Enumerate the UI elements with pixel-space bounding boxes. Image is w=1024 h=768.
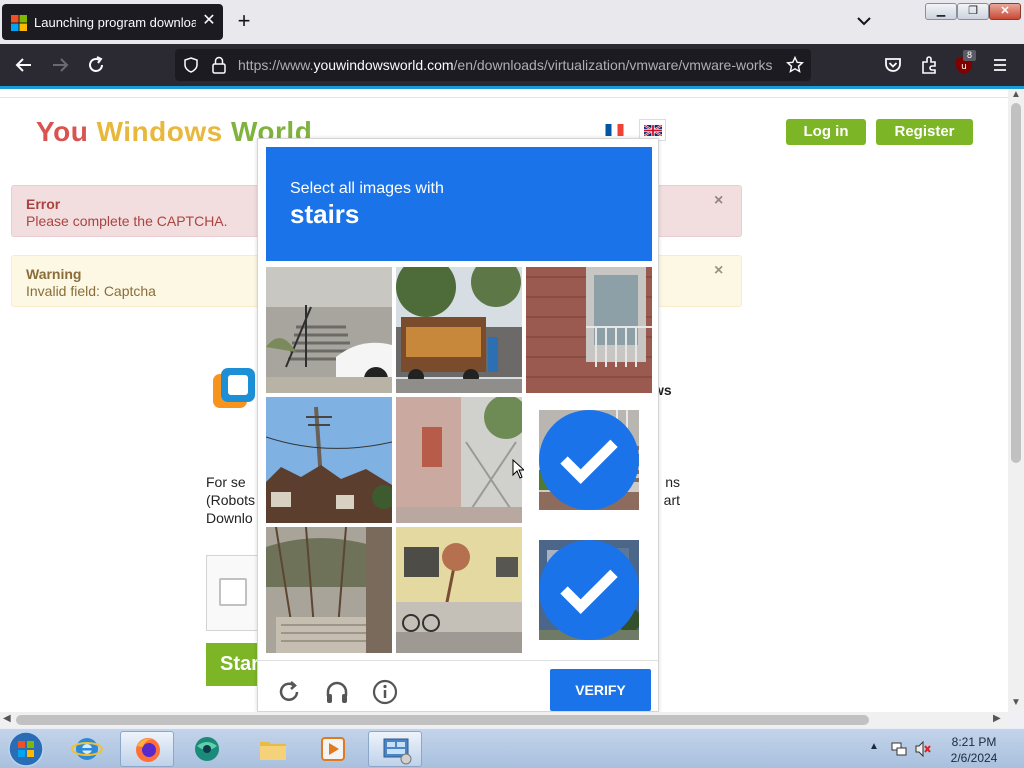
login-button[interactable]: Log in bbox=[786, 119, 866, 145]
mouse-cursor-icon bbox=[512, 459, 524, 479]
system-clock[interactable]: 8:21 PM 2/6/2024 bbox=[944, 734, 1004, 766]
info-icon[interactable] bbox=[372, 679, 398, 705]
captcha-tile-2[interactable] bbox=[396, 267, 522, 393]
door-photo bbox=[396, 397, 522, 523]
captcha-header: Select all images with stairs bbox=[266, 147, 652, 261]
stairs-photo bbox=[266, 267, 392, 393]
captcha-instruction: Select all images with bbox=[290, 180, 444, 197]
tab-close-icon[interactable]: ✕ bbox=[200, 12, 218, 30]
utility-pole-photo bbox=[266, 397, 392, 523]
url-prefix: https://www. bbox=[238, 57, 314, 73]
logo-windows: Windows bbox=[96, 116, 231, 147]
extensions-icon[interactable] bbox=[918, 54, 940, 76]
clock-date: 2/6/2024 bbox=[950, 751, 998, 765]
horizontal-scrollbar[interactable]: ◀ ▶ bbox=[0, 712, 1008, 728]
media-player-icon bbox=[321, 737, 345, 761]
captcha-tile-8[interactable] bbox=[396, 527, 522, 653]
forward-arrow-icon[interactable] bbox=[49, 54, 71, 76]
minimize-button[interactable]: ▁ bbox=[925, 3, 957, 20]
verify-button[interactable]: VERIFY bbox=[550, 669, 651, 711]
warning-close-icon[interactable]: × bbox=[714, 262, 723, 280]
show-hidden-icons-icon[interactable]: ▲ bbox=[869, 741, 879, 752]
volume-muted-icon[interactable] bbox=[914, 740, 932, 758]
taskbar-media-player[interactable] bbox=[306, 731, 360, 767]
taskbar-firefox[interactable] bbox=[120, 731, 174, 767]
start-button-icon[interactable] bbox=[6, 730, 46, 768]
network-icon[interactable] bbox=[890, 740, 908, 758]
captcha-target: stairs bbox=[290, 199, 360, 229]
french-flag-icon[interactable] bbox=[605, 124, 624, 136]
headphones-icon[interactable] bbox=[324, 679, 350, 705]
scrollbar-thumb[interactable] bbox=[16, 715, 869, 725]
captcha-tile-5[interactable] bbox=[396, 397, 522, 523]
restore-button[interactable]: ❐ bbox=[957, 3, 989, 20]
scroll-up-icon[interactable]: ▲ bbox=[1011, 89, 1021, 100]
taskbar-file-explorer[interactable] bbox=[246, 731, 300, 767]
refresh-icon[interactable] bbox=[276, 679, 302, 705]
error-close-icon[interactable]: × bbox=[714, 192, 723, 210]
vine-wall-photo bbox=[266, 527, 392, 653]
url-text[interactable]: https://www.youwindowsworld.com/en/downl… bbox=[238, 57, 774, 73]
new-tab-icon[interactable]: + bbox=[233, 10, 255, 32]
url-path: /en/downloads/virtualization/vmware/vmwa… bbox=[453, 57, 773, 73]
register-button[interactable]: Register bbox=[876, 119, 973, 145]
vmware-workstation-logo-icon bbox=[213, 368, 255, 408]
extension-badge: 8 bbox=[963, 50, 976, 61]
captcha-tile-4[interactable] bbox=[266, 397, 392, 523]
error-message: Please complete the CAPTCHA. bbox=[26, 213, 228, 229]
back-arrow-icon[interactable] bbox=[13, 54, 35, 76]
url-domain: youwindowsworld.com bbox=[313, 57, 454, 73]
logo-you: You bbox=[36, 116, 97, 147]
captcha-tile-1[interactable] bbox=[266, 267, 392, 393]
browser-navbar: https://www.youwindowsworld.com/en/downl… bbox=[0, 44, 1024, 86]
taskbar-control-panel[interactable] bbox=[368, 731, 422, 767]
scroll-right-icon[interactable]: ▶ bbox=[993, 713, 1001, 724]
folder-icon bbox=[260, 742, 286, 760]
balcony-photo bbox=[526, 267, 652, 393]
yellow-house-photo bbox=[396, 527, 522, 653]
warning-message: Invalid field: Captcha bbox=[26, 283, 156, 299]
vertical-scrollbar[interactable]: ▲ ▼ bbox=[1008, 89, 1024, 712]
checkmark-icon bbox=[539, 540, 639, 640]
control-panel-icon bbox=[383, 738, 412, 765]
checkmark-icon bbox=[539, 410, 639, 510]
captcha-challenge: Select all images with stairs VERIFY bbox=[257, 138, 659, 712]
recaptcha-checkbox[interactable] bbox=[219, 578, 247, 606]
error-title: Error bbox=[26, 196, 61, 212]
lock-icon[interactable] bbox=[211, 56, 227, 74]
windows-logo-icon bbox=[11, 15, 27, 31]
browser-titlebar: Launching program download ✕ + ▁ ❐ ✕ bbox=[0, 0, 1024, 44]
clock-time: 8:21 PM bbox=[951, 735, 997, 749]
pocket-icon[interactable] bbox=[882, 54, 904, 76]
svg-text:u: u bbox=[961, 62, 967, 72]
warning-title: Warning bbox=[26, 266, 82, 282]
scroll-left-icon[interactable]: ◀ bbox=[3, 713, 11, 724]
scroll-down-icon[interactable]: ▼ bbox=[1011, 697, 1021, 708]
captcha-tile-3[interactable] bbox=[526, 267, 652, 393]
market-truck-photo bbox=[396, 267, 522, 393]
taskbar-app[interactable] bbox=[180, 731, 234, 767]
shield-icon[interactable] bbox=[183, 57, 199, 73]
captcha-tile-9[interactable] bbox=[526, 527, 652, 653]
divider bbox=[0, 97, 1008, 98]
captcha-tile-7[interactable] bbox=[266, 527, 392, 653]
menu-icon[interactable] bbox=[989, 54, 1011, 76]
divider bbox=[258, 660, 658, 661]
tab-title: Launching program download bbox=[34, 15, 196, 30]
captcha-tile-6[interactable] bbox=[526, 397, 652, 523]
reload-icon[interactable] bbox=[85, 54, 107, 76]
bookmark-star-icon[interactable] bbox=[786, 56, 804, 74]
taskbar-internet-explorer[interactable] bbox=[60, 731, 114, 767]
windows-taskbar: ▲ 8:21 PM 2/6/2024 bbox=[0, 728, 1024, 768]
firefox-icon bbox=[136, 738, 160, 762]
scrollbar-thumb[interactable] bbox=[1011, 103, 1021, 463]
internet-explorer-icon bbox=[71, 738, 103, 760]
close-window-button[interactable]: ✕ bbox=[989, 3, 1021, 20]
browser-tab[interactable]: Launching program download ✕ bbox=[2, 4, 223, 40]
chevron-down-icon[interactable] bbox=[855, 12, 873, 30]
address-bar[interactable]: https://www.youwindowsworld.com/en/downl… bbox=[175, 49, 811, 81]
globe-app-icon bbox=[195, 737, 219, 761]
